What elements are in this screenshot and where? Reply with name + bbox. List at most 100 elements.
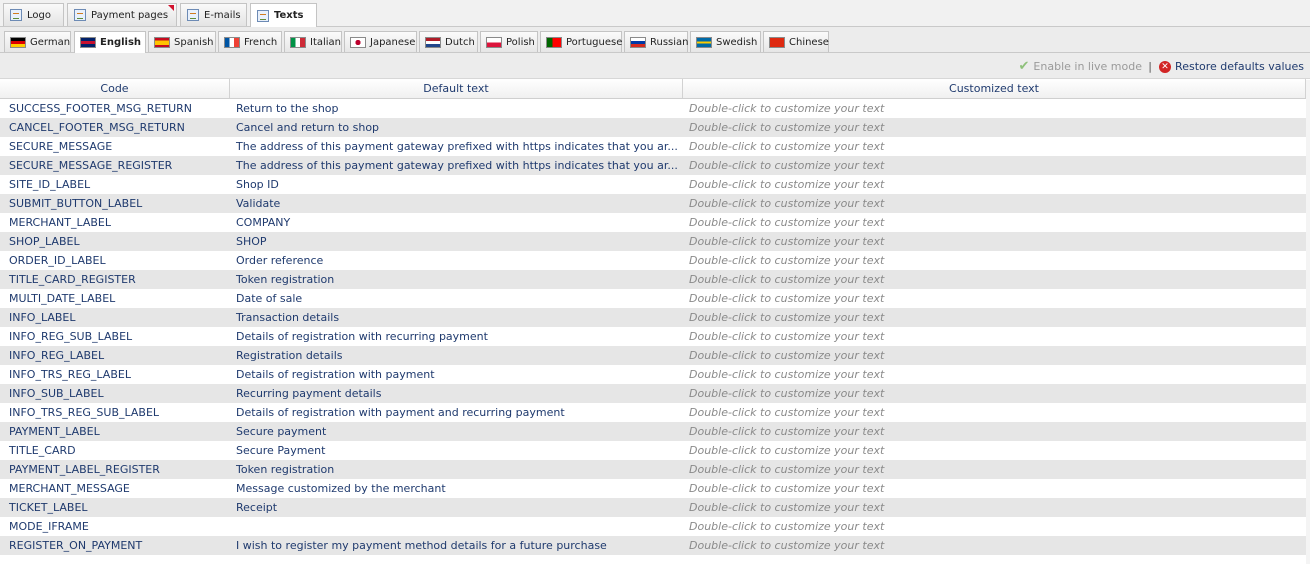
cell-customized-text[interactable]: Double-click to customize your text (683, 308, 1306, 327)
table-row[interactable]: REGISTER_ON_PAYMENT I wish to register my… (0, 536, 1306, 555)
tab-label: E-mails (204, 9, 241, 21)
table-row[interactable]: INFO_REG_LABEL Registration details Double… (0, 346, 1306, 365)
table-row[interactable]: TICKET_LABEL Receipt Double-click to custo… (0, 498, 1306, 517)
tab-texts[interactable]: Texts (250, 3, 317, 27)
table-row[interactable]: SITE_ID_LABEL Shop ID Double-click to cust… (0, 175, 1306, 194)
table-row[interactable]: ORDER_ID_LABEL Order reference Double-clic… (0, 251, 1306, 270)
tab-language-russian[interactable]: Russian (624, 31, 689, 52)
tab-logo[interactable]: Logo (3, 3, 64, 26)
cell-customized-text[interactable]: Double-click to customize your text (683, 118, 1306, 137)
table-row[interactable]: INFO_TRS_REG_SUB_LABEL Details of registr… (0, 403, 1306, 422)
cell-default-text: Cancel and return to shop (236, 121, 380, 134)
cell-default-text: Message customized by the merchant (236, 482, 446, 495)
tab-language-dutch[interactable]: Dutch (419, 31, 478, 52)
table-row[interactable]: INFO_REG_SUB_LABEL Details of registratio… (0, 327, 1306, 346)
tab-language-japanese[interactable]: Japanese (344, 31, 417, 52)
tab-e-mails[interactable]: E-mails (180, 3, 247, 26)
tab-language-polish[interactable]: Polish (480, 31, 538, 52)
table-row[interactable]: MODE_IFRAME Double-click to customize you… (0, 517, 1306, 536)
enable-live-mode-button[interactable]: ✔ Enable in live mode (1019, 60, 1142, 73)
cell-customized-text[interactable]: Double-click to customize your text (683, 365, 1306, 384)
table-row[interactable]: CANCEL_FOOTER_MSG_RETURN Cancel and retur… (0, 118, 1306, 137)
cell-default-text: Validate (236, 197, 281, 210)
flag-ru-icon (630, 36, 646, 48)
table-row[interactable]: SUBMIT_BUTTON_LABEL Validate Double-click … (0, 194, 1306, 213)
language-label: Italian (310, 36, 342, 48)
language-label: Japanese (370, 36, 416, 48)
cell-default-text: Date of sale (236, 292, 303, 305)
tab-payment-pages[interactable]: Payment pages (67, 3, 177, 26)
tab-language-portuguese[interactable]: Portuguese (540, 31, 622, 52)
cell-code: TICKET_LABEL (9, 501, 88, 514)
tab-language-italian[interactable]: Italian (284, 31, 342, 52)
cell-default-text: Registration details (236, 349, 343, 362)
grid-header: Code Default text Customized text (0, 79, 1306, 99)
cell-code: MERCHANT_LABEL (9, 216, 111, 229)
cell-customized-text[interactable]: Double-click to customize your text (683, 346, 1306, 365)
cell-customized-text[interactable]: Double-click to customize your text (683, 99, 1306, 118)
tab-language-spanish[interactable]: Spanish (148, 31, 216, 52)
cell-customized-text[interactable]: Double-click to customize your text (683, 536, 1306, 555)
cell-customized-text[interactable]: Double-click to customize your text (683, 175, 1306, 194)
cell-customized-text[interactable]: Double-click to customize your text (683, 498, 1306, 517)
column-header-customized-text[interactable]: Customized text (683, 79, 1306, 98)
column-header-code[interactable]: Code (0, 79, 230, 98)
cell-code: ORDER_ID_LABEL (9, 254, 106, 267)
tab-language-french[interactable]: French (218, 31, 282, 52)
language-label: German (30, 36, 71, 48)
cell-default-text: Transaction details (236, 311, 340, 324)
table-row[interactable]: SECURE_MESSAGE The address of this paymen… (0, 137, 1306, 156)
cell-customized-text[interactable]: Double-click to customize your text (683, 251, 1306, 270)
cell-code: MODE_IFRAME (9, 520, 89, 533)
image-icon (10, 9, 22, 21)
cell-customized-text[interactable]: Double-click to customize your text (683, 232, 1306, 251)
table-row[interactable]: PAYMENT_LABEL Secure payment Double-click … (0, 422, 1306, 441)
cell-code: PAYMENT_LABEL (9, 425, 100, 438)
table-row[interactable]: PAYMENT_LABEL_REGISTER Token registration… (0, 460, 1306, 479)
tab-language-chinese[interactable]: Chinese (763, 31, 829, 52)
table-row[interactable]: TITLE_CARD Secure Payment Double-click to … (0, 441, 1306, 460)
scrollbar[interactable] (1306, 80, 1310, 564)
cell-customized-text[interactable]: Double-click to customize your text (683, 289, 1306, 308)
cell-default-text: The address of this payment gateway pref… (236, 159, 678, 172)
restore-defaults-button[interactable]: ✕ Restore defaults values (1159, 60, 1304, 73)
cell-customized-text[interactable]: Double-click to customize your text (683, 479, 1306, 498)
cell-code: INFO_SUB_LABEL (9, 387, 104, 400)
cell-customized-text[interactable]: Double-click to customize your text (683, 460, 1306, 479)
flag-nl-icon (425, 36, 441, 48)
cell-code: MULTI_DATE_LABEL (9, 292, 116, 305)
cell-customized-text[interactable]: Double-click to customize your text (683, 517, 1306, 536)
cell-default-text: Token registration (236, 273, 335, 286)
table-row[interactable]: TITLE_CARD_REGISTER Token registration Dou… (0, 270, 1306, 289)
cell-customized-text[interactable]: Double-click to customize your text (683, 213, 1306, 232)
table-row[interactable]: MERCHANT_LABEL COMPANY Double-click to cus… (0, 213, 1306, 232)
table-row[interactable]: MULTI_DATE_LABEL Date of sale Double-click… (0, 289, 1306, 308)
cell-customized-text[interactable]: Double-click to customize your text (683, 403, 1306, 422)
table-row[interactable]: INFO_TRS_REG_LABEL Details of registratio… (0, 365, 1306, 384)
cell-customized-text[interactable]: Double-click to customize your text (683, 422, 1306, 441)
table-row[interactable]: INFO_LABEL Transaction details Double-clic… (0, 308, 1306, 327)
cell-customized-text[interactable]: Double-click to customize your text (683, 327, 1306, 346)
language-tabs: German English Spanish French Italian Ja… (0, 27, 1310, 53)
table-row[interactable]: MERCHANT_MESSAGE Message customized by th… (0, 479, 1306, 498)
tab-language-swedish[interactable]: Swedish (690, 31, 761, 52)
table-row[interactable]: INFO_SUB_LABEL Recurring payment details D… (0, 384, 1306, 403)
cell-customized-text[interactable]: Double-click to customize your text (683, 270, 1306, 289)
cell-customized-text[interactable]: Double-click to customize your text (683, 384, 1306, 403)
cell-default-text: Order reference (236, 254, 324, 267)
cell-customized-text[interactable]: Double-click to customize your text (683, 156, 1306, 175)
tab-language-german[interactable]: German (4, 31, 71, 52)
cell-customized-text[interactable]: Double-click to customize your text (683, 441, 1306, 460)
cell-customized-text[interactable]: Double-click to customize your text (683, 137, 1306, 156)
column-header-default-text[interactable]: Default text (230, 79, 683, 98)
tab-language-english[interactable]: English (74, 31, 146, 53)
table-row[interactable]: SECURE_MESSAGE_REGISTER The address of th… (0, 156, 1306, 175)
cell-code: SITE_ID_LABEL (9, 178, 91, 191)
cell-default-text: Shop ID (236, 178, 279, 191)
cell-code: SUBMIT_BUTTON_LABEL (9, 197, 143, 210)
cell-customized-text[interactable]: Double-click to customize your text (683, 194, 1306, 213)
language-label: Chinese (789, 36, 829, 48)
table-row[interactable]: SHOP_LABEL SHOP Double-click to customize … (0, 232, 1306, 251)
page-edit-icon (74, 9, 86, 21)
table-row[interactable]: SUCCESS_FOOTER_MSG_RETURN Return to the s… (0, 99, 1306, 118)
